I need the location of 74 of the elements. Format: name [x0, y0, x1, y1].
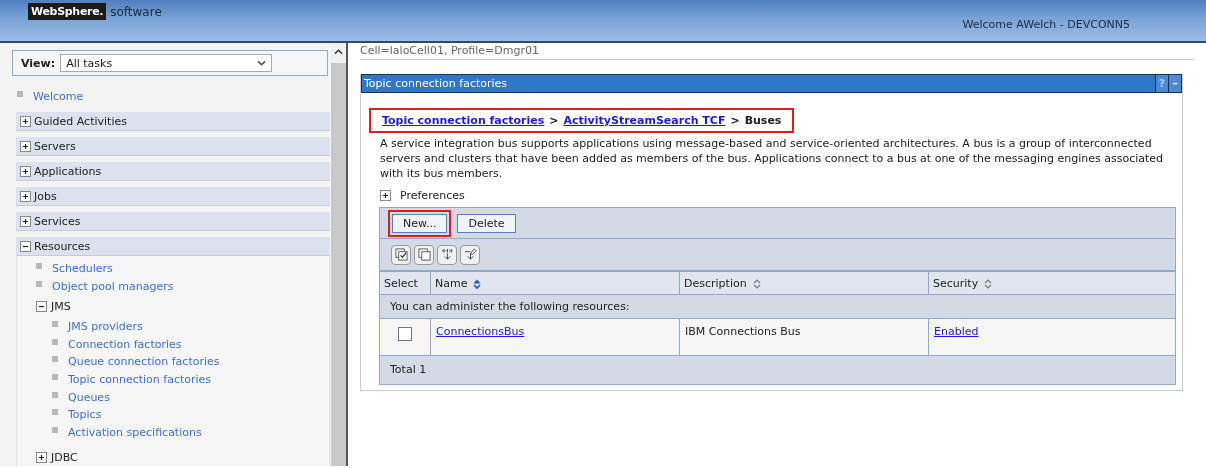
security-link[interactable]: Enabled: [934, 325, 979, 338]
nav-link[interactable]: JMS providers: [68, 320, 143, 334]
logo-text: software: [110, 4, 162, 19]
chevron-up-icon[interactable]: [334, 49, 344, 55]
bullet-icon: [52, 321, 58, 327]
nav-link[interactable]: Object pool managers: [52, 280, 174, 294]
expand-icon[interactable]: [36, 452, 47, 464]
bullet-icon: [36, 281, 42, 287]
expand-icon[interactable]: [20, 190, 31, 202]
action-button[interactable]: New...: [392, 213, 448, 233]
logo-mark: WebSphere.: [28, 3, 107, 20]
sort-icon[interactable]: [984, 277, 993, 290]
action-button[interactable]: Delete: [457, 213, 516, 233]
chevron-down-icon: [257, 60, 267, 66]
sort-icon[interactable]: [473, 277, 482, 290]
panel-title: Topic connection factories: [363, 77, 508, 90]
nav-link[interactable]: Welcome: [33, 90, 84, 104]
scope-text: Cell=laloCell01, Profile=Dmgr01: [360, 44, 1194, 60]
select-all-icon[interactable]: [391, 244, 411, 265]
preferences-link[interactable]: Preferences: [400, 189, 465, 202]
breadcrumb-link[interactable]: Topic connection factories: [382, 114, 545, 127]
breadcrumb-current: Buses: [744, 114, 782, 127]
bullet-icon: [52, 427, 58, 434]
collapse-icon[interactable]: [20, 240, 31, 252]
description-text: A service integration bus supports applications using message-based and service-oriented architectures. A bus is a group of interconnected servers and clusters that have been added as members of the bus. Applications connect to a bus at one of the messaging engines associated with its bus members.: [380, 136, 1165, 181]
collapse-icon[interactable]: [36, 300, 47, 312]
tree-folder[interactable]: JMS: [51, 299, 71, 313]
nav-link[interactable]: Topic connection factories: [68, 373, 212, 388]
section-header[interactable]: Applications: [16, 162, 330, 181]
welcome-text: Welcome AWelch - DEVCONN5: [962, 17, 1130, 31]
bullet-icon: [36, 263, 42, 269]
section-header[interactable]: Jobs: [16, 187, 330, 206]
breadcrumb-link[interactable]: ActivityStreamSearch TCF: [563, 114, 726, 127]
section-header[interactable]: Servers: [16, 137, 330, 156]
view-dropdown[interactable]: All tasks: [60, 54, 273, 72]
expand-icon[interactable]: [20, 115, 31, 127]
nav-link[interactable]: Schedulers: [52, 262, 113, 276]
scrollbar[interactable]: [331, 43, 348, 466]
expand-icon[interactable]: [20, 215, 31, 227]
view-label: View:: [21, 56, 56, 70]
breadcrumb-separator: >: [730, 114, 740, 127]
clear-filter-icon[interactable]: [460, 244, 480, 265]
bullet-icon: [52, 338, 58, 345]
nav-link[interactable]: Connection factories: [68, 337, 182, 352]
nav-link[interactable]: Activation specifications: [68, 426, 202, 441]
bullet-icon: [52, 356, 58, 363]
group-label: You can administer the following resources:: [380, 294, 1175, 319]
bullet-icon: [52, 391, 58, 398]
column-header[interactable]: Description: [679, 271, 929, 295]
tree-folder[interactable]: JDBC: [51, 451, 78, 465]
breadcrumb-separator: >: [549, 114, 559, 127]
total-count: Total 1: [389, 362, 428, 378]
column-header[interactable]: Name: [430, 271, 680, 295]
expand-icon[interactable]: [380, 190, 391, 201]
nav-link[interactable]: Queues: [68, 390, 110, 405]
column-header: Select: [380, 271, 431, 295]
filter-icon[interactable]: [437, 244, 457, 265]
sort-icon[interactable]: [752, 277, 761, 290]
expand-icon[interactable]: [20, 165, 31, 177]
bullet-icon: [52, 409, 58, 416]
bullet-icon: [17, 91, 23, 97]
section-header[interactable]: Resources: [16, 237, 330, 256]
name-link[interactable]: ConnectionsBus: [436, 325, 525, 338]
column-header[interactable]: Security: [928, 271, 1175, 295]
minimize-button[interactable]: –: [1168, 75, 1181, 92]
section-header[interactable]: Guided Activities: [16, 112, 330, 131]
table-cell: IBM Connections Bus: [679, 318, 929, 356]
bullet-icon: [52, 374, 58, 381]
section-header[interactable]: Services: [16, 212, 330, 231]
deselect-all-icon[interactable]: [414, 244, 434, 265]
nav-link[interactable]: Queue connection factories: [68, 355, 220, 370]
checkbox[interactable]: [398, 327, 412, 341]
nav-link[interactable]: Topics: [68, 408, 102, 423]
expand-icon[interactable]: [20, 140, 31, 152]
